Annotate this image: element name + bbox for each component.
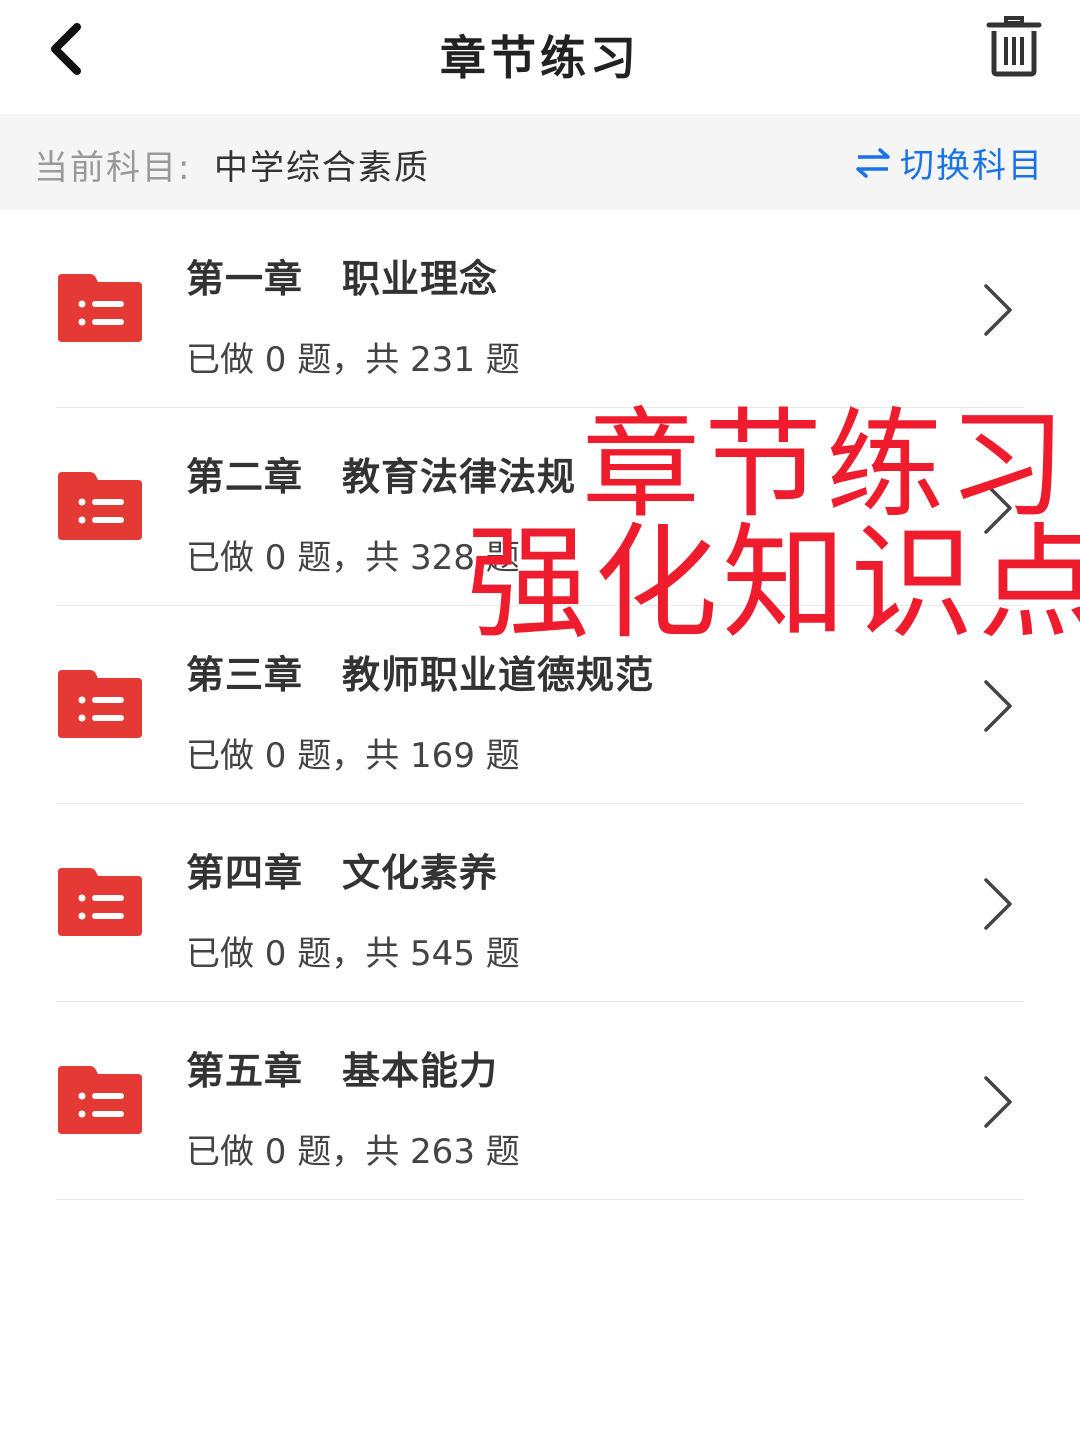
chapter-progress: 已做 0 题，共 263 题 (186, 1132, 520, 1172)
chapter-progress: 已做 0 题，共 545 题 (186, 934, 520, 974)
clear-records-button[interactable] (978, 10, 1050, 82)
chapter-title: 第四章 文化素养 (186, 851, 499, 895)
divider (56, 1199, 1024, 1200)
chapter-title: 第三章 教师职业道德规范 (186, 653, 655, 697)
swap-icon (856, 147, 890, 178)
chevron-right-icon (984, 482, 1012, 534)
chevron-right-icon (984, 1076, 1012, 1128)
subject-bar: 当前科目: 中学综合素质 切换科目 (0, 114, 1080, 210)
folder-list-icon (58, 274, 142, 342)
chapter-item-2[interactable]: 第二章 教育法律法规 已做 0 题，共 328 题 (0, 408, 1080, 606)
chapter-item-1[interactable]: 第一章 职业理念 已做 0 题，共 231 题 (0, 210, 1080, 408)
chapter-progress: 已做 0 题，共 231 题 (186, 340, 520, 380)
folder-list-icon (58, 472, 142, 540)
folder-list-icon (58, 1066, 142, 1134)
switch-subject-button[interactable]: 切换科目 (856, 138, 1044, 187)
chapter-progress: 已做 0 题，共 328 题 (186, 538, 520, 578)
chevron-right-icon (984, 680, 1012, 732)
chevron-right-icon (984, 284, 1012, 336)
chapter-title: 第五章 基本能力 (186, 1049, 499, 1093)
chapter-item-4[interactable]: 第四章 文化素养 已做 0 题，共 545 题 (0, 804, 1080, 1002)
chapter-list: 第一章 职业理念 已做 0 题，共 231 题 第二章 教育法律法规 已做 0 … (0, 210, 1080, 1200)
chapter-title: 第二章 教育法律法规 (186, 455, 577, 499)
chapter-item-5[interactable]: 第五章 基本能力 已做 0 题，共 263 题 (0, 1002, 1080, 1200)
chapter-title: 第一章 职业理念 (186, 257, 499, 301)
subject-label: 当前科目: (34, 148, 192, 188)
trash-icon (986, 16, 1042, 77)
folder-list-icon (58, 670, 142, 738)
chevron-right-icon (984, 878, 1012, 930)
folder-list-icon (58, 868, 142, 936)
chapter-practice-page: 章节练习 当前科目: 中学综合素质 切换科目 第一章 职业理念 已做 0 题，共… (0, 0, 1080, 1440)
subject-value: 中学综合素质 (214, 148, 430, 188)
chapter-item-3[interactable]: 第三章 教师职业道德规范 已做 0 题，共 169 题 (0, 606, 1080, 804)
chapter-progress: 已做 0 题，共 169 题 (186, 736, 520, 776)
top-nav-bar: 章节练习 (0, 0, 1080, 114)
switch-subject-label: 切换科目 (900, 146, 1044, 186)
page-title: 章节练习 (440, 31, 640, 85)
